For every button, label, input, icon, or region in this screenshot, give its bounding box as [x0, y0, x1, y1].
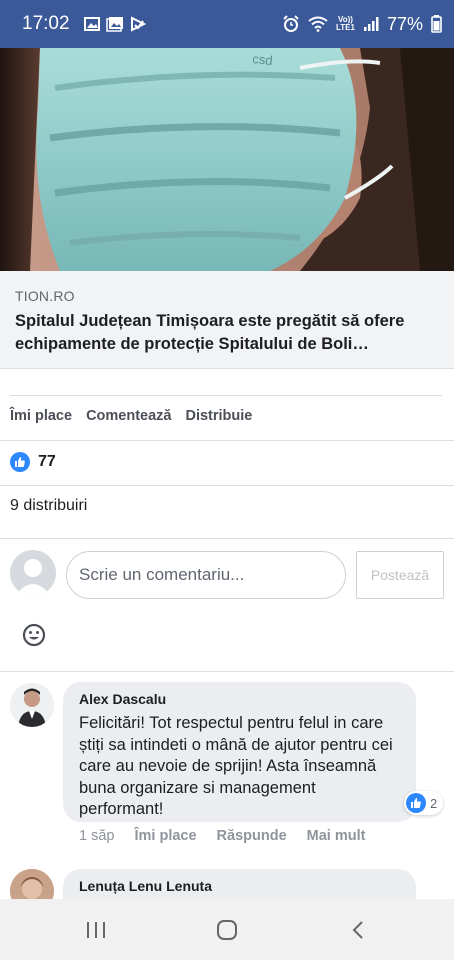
comment-time[interactable]: 1 săp: [79, 828, 114, 844]
like-reaction-icon: [406, 793, 426, 813]
emoji-icon[interactable]: [22, 623, 46, 647]
comment-reaction-number: 2: [430, 795, 438, 811]
comment-reaction-count[interactable]: 2: [404, 791, 444, 815]
divider: [0, 671, 454, 672]
commenter-avatar[interactable]: [10, 683, 54, 727]
link-preview[interactable]: TION.RO Spitalul Județean Timișoara este…: [0, 271, 454, 369]
my-avatar: [10, 550, 56, 596]
comment-text: Felicitări! Tot respectul pentru felul i…: [79, 714, 393, 818]
image-icon: [105, 17, 123, 32]
comment-meta: 1 săp Îmi place Răspunde Mai mult: [79, 828, 365, 844]
link-domain: TION.RO: [15, 288, 75, 304]
back-button[interactable]: [338, 910, 378, 950]
wifi-icon: [308, 16, 328, 32]
comment-author[interactable]: Alex Dascalu: [79, 691, 400, 707]
comment-input[interactable]: [66, 551, 346, 599]
comment-button[interactable]: Comentează: [86, 408, 171, 424]
divider: [0, 485, 454, 486]
post-comment-button[interactable]: Postează: [356, 551, 444, 599]
status-time: 17:02: [22, 13, 70, 34]
battery-percent: 77%: [386, 13, 423, 34]
divider: [0, 538, 454, 539]
face-mask-photo: csd: [0, 48, 454, 271]
android-nav-bar: [0, 899, 454, 960]
comment-like-button[interactable]: Îmi place: [134, 828, 196, 844]
reactions-summary[interactable]: 77: [10, 452, 56, 472]
like-button[interactable]: Îmi place: [10, 408, 72, 424]
gallery-icon: [83, 17, 100, 31]
reaction-count: 77: [38, 453, 56, 470]
like-reaction-icon: [10, 452, 30, 472]
divider: [0, 440, 454, 441]
comment-reply-button[interactable]: Răspunde: [217, 828, 287, 844]
status-bar: 17:02 Vo)) LTE1 77%: [0, 0, 454, 48]
article-image[interactable]: csd: [0, 48, 454, 271]
signal-icon: [363, 17, 379, 31]
network-indicator: Vo)) LTE1: [336, 16, 355, 32]
comment-more-button[interactable]: Mai mult: [307, 828, 366, 844]
share-button[interactable]: Distribuie: [185, 408, 252, 424]
shares-count[interactable]: 9 distribuiri: [10, 497, 87, 515]
divider: [10, 395, 442, 396]
alarm-icon: [283, 15, 299, 32]
battery-icon: [431, 15, 442, 33]
network-lte-label: LTE1: [336, 23, 355, 32]
svg-text:csd: csd: [252, 51, 274, 68]
home-button[interactable]: [207, 910, 247, 950]
comment-author[interactable]: Lenuța Lenu Lenuta: [79, 878, 400, 894]
link-title[interactable]: Spitalul Județean Timișoara este pregăti…: [15, 310, 439, 356]
recent-apps-button[interactable]: [76, 910, 116, 950]
comment-bubble: Alex Dascalu Felicitări! Tot respectul p…: [63, 682, 416, 822]
play-store-icon: [130, 16, 146, 32]
post-actions: Îmi place Comentează Distribuie: [10, 408, 252, 424]
